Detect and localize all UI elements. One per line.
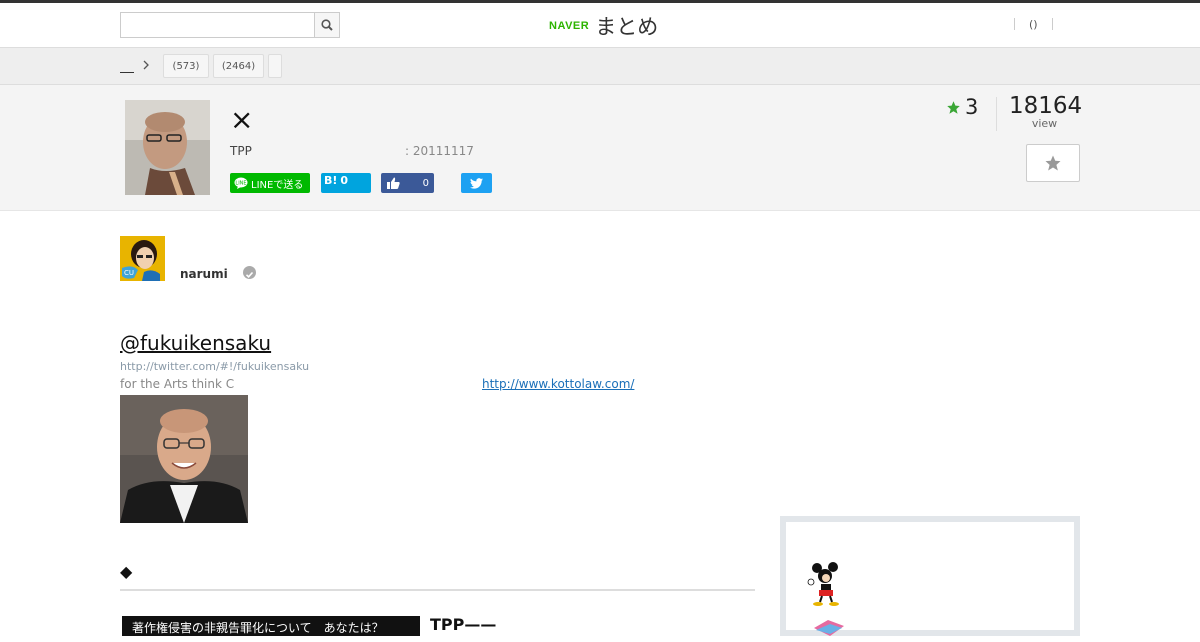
hatena-icon: B!	[324, 174, 338, 187]
category-tag[interactable]: (573)	[163, 54, 209, 78]
svg-text:CU: CU	[124, 269, 134, 277]
item-title: TPP——	[430, 615, 497, 634]
view-count: 18164 view	[1009, 93, 1083, 130]
twitter-handle-link[interactable]: @fukuikensaku	[120, 331, 295, 355]
sidebar-thumbnail[interactable]	[810, 618, 846, 638]
line-share-button[interactable]: LINE LINEで送る	[230, 173, 310, 193]
verified-icon	[243, 266, 256, 279]
matome-wordmark: まとめ	[595, 15, 659, 39]
star-icon	[947, 100, 960, 114]
facebook-like-button[interactable]: 0	[381, 173, 434, 193]
line-icon: LINE	[234, 177, 248, 189]
hatena-count: 0	[340, 174, 349, 187]
line-share-label: LINEで送る	[251, 179, 304, 191]
star-icon	[1045, 155, 1061, 171]
favorite-count: 3	[946, 95, 978, 119]
divider	[1014, 18, 1015, 30]
article-description: TPP	[230, 144, 252, 158]
article-thumbnail	[125, 100, 210, 195]
sidebar-thumbnail[interactable]	[806, 562, 846, 606]
sidebar-box	[780, 516, 1080, 636]
twitter-share-button[interactable]	[461, 173, 492, 193]
svg-text:LINE: LINE	[235, 181, 246, 187]
hatena-bookmark-button[interactable]: B! 0	[321, 173, 371, 193]
category-tag[interactable]: (2464)	[213, 54, 264, 78]
category-home-link[interactable]	[120, 60, 134, 73]
twitter-icon	[470, 177, 483, 189]
article-title: ×	[230, 103, 254, 136]
profile-photo	[120, 395, 248, 523]
divider	[996, 97, 997, 131]
section-divider	[120, 589, 755, 591]
search-box	[120, 12, 340, 38]
header-user-link[interactable]: ()	[1029, 18, 1038, 31]
article-header: × TPP : 20111117 LINE LINEで送る B! 0 0 3 1…	[0, 85, 1200, 211]
site-logo[interactable]: NAVER まとめ	[549, 12, 658, 40]
chevron-right-icon	[142, 59, 150, 74]
author-avatar[interactable]: CU	[120, 236, 165, 281]
site-header: NAVER まとめ ()	[0, 3, 1200, 48]
external-website-link[interactable]: http://www.kottolaw.com/	[482, 377, 634, 391]
category-tag[interactable]	[268, 54, 282, 78]
add-favorite-button[interactable]	[1026, 144, 1080, 182]
favorite-count-value: 3	[965, 95, 979, 119]
naver-wordmark: NAVER	[549, 20, 590, 32]
search-icon	[321, 19, 333, 31]
header-user-menu: ()	[1014, 17, 1053, 31]
thumbs-up-icon	[387, 177, 400, 189]
category-bar: (573) (2464)	[0, 48, 1200, 85]
author-name[interactable]: narumi	[180, 267, 228, 281]
search-button[interactable]	[314, 13, 339, 37]
section-heading: ◆	[120, 562, 133, 581]
divider	[1051, 18, 1053, 30]
article-banner-image[interactable]: 著作権侵害の非親告罪化について あなたは？	[122, 616, 420, 636]
facebook-like-count: 0	[422, 177, 429, 189]
view-count-value: 18164	[1009, 93, 1083, 119]
bio-text: for the Arts think C	[120, 377, 235, 391]
twitter-profile-url[interactable]: http://twitter.com/#!/fukuikensaku	[120, 360, 309, 373]
article-updated-date: : 20111117	[405, 144, 474, 158]
twitter-handle-text: @fukuikensaku	[120, 331, 272, 355]
search-input[interactable]	[121, 13, 315, 37]
